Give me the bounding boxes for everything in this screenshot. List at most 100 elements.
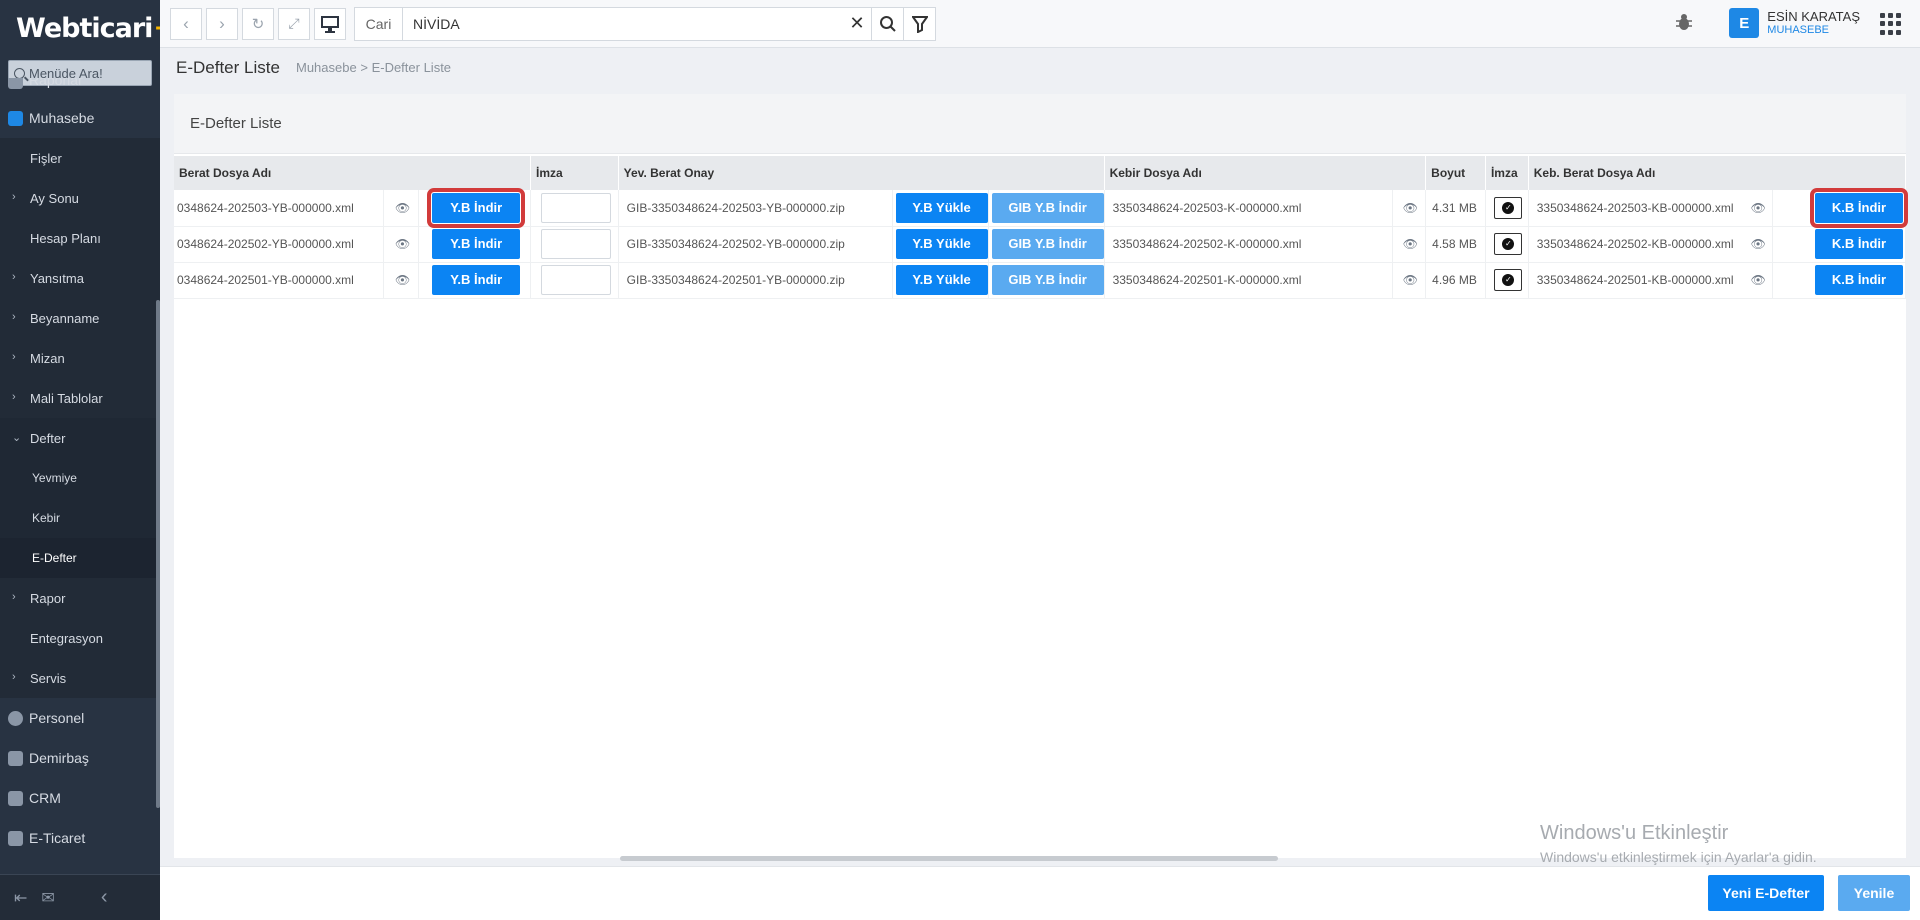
view-icon[interactable]: 👁: [383, 262, 420, 299]
sidebar-item-e-defter[interactable]: E-Defter: [0, 538, 160, 578]
view-icon[interactable]: 👁: [1392, 226, 1427, 263]
sidebar-item-mali-tablolar[interactable]: › Mali Tablolar: [0, 378, 160, 418]
imza-checkbox[interactable]: ✓: [1494, 196, 1523, 219]
breadcrumb-separator: >: [360, 60, 368, 75]
sidebar-item-yevmiye[interactable]: Yevmiye: [0, 458, 160, 498]
sidebar-item-servis[interactable]: › Servis: [0, 658, 160, 698]
clear-icon[interactable]: ✕: [843, 13, 871, 34]
imza-input[interactable]: [540, 229, 611, 259]
imza-checkbox[interactable]: ✓: [1494, 269, 1523, 291]
kb-indir-button[interactable]: K.B İndir: [1810, 187, 1908, 228]
sidebar-item-label: E-Defter: [32, 551, 77, 565]
expand-icon: ⤢: [288, 15, 300, 31]
sidebar-item-crm[interactable]: CRM: [0, 778, 160, 818]
sidebar-item-raporlar[interactable]: Raporlar: [0, 78, 160, 98]
chevron-right-icon: ›: [12, 311, 16, 323]
cari-search-input[interactable]: [403, 7, 843, 40]
keb-berat-file-name: 3350348624-202503-KB-000000.xml 👁: [1528, 190, 1773, 227]
new-e-defter-button[interactable]: Yeni E-Defter: [1708, 875, 1824, 911]
view-icon[interactable]: 👁: [383, 226, 420, 263]
logo[interactable]: Webticari+: [0, 0, 160, 56]
col-imza[interactable]: İmza: [530, 156, 619, 190]
sidebar-item-label: Fişler: [30, 150, 62, 166]
sidebar-item-hesap-plani[interactable]: Hesap Planı: [0, 218, 160, 258]
logo-text: Webticari: [16, 12, 153, 44]
imza-input[interactable]: [540, 265, 611, 295]
col-boyut[interactable]: Boyut: [1425, 156, 1486, 190]
yb-yukle-button[interactable]: Y.B Yükle: [895, 192, 988, 223]
sidebar-item-defter[interactable]: ⌄ Defter: [0, 418, 160, 458]
gib-yb-indir-button[interactable]: GIB Y.B İndir: [991, 229, 1104, 259]
berat-file-name: 0348624-202503-YB-000000.xml: [174, 190, 384, 227]
forward-button[interactable]: ›: [206, 7, 238, 40]
yb-indir-button[interactable]: Y.B İndir: [432, 229, 521, 259]
sidebar-item-label: Raporlar: [29, 78, 83, 88]
monitor-button[interactable]: [314, 7, 346, 40]
view-icon[interactable]: 👁: [1392, 262, 1427, 299]
kb-indir-button[interactable]: K.B İndir: [1815, 229, 1903, 259]
col-imza-2[interactable]: İmza: [1485, 156, 1529, 190]
yb-yukle-button[interactable]: Y.B Yükle: [895, 229, 988, 259]
yb-yukle-button[interactable]: Y.B Yükle: [895, 265, 988, 295]
topbar: ‹ › ↻ ⤢ Cari ✕ E ESİN KARATAŞ MUHASEBE: [160, 0, 1920, 48]
sidebar-item-entegrasyon[interactable]: Entegrasyon: [0, 618, 160, 658]
sidebar-item-label: Yevmiye: [32, 471, 77, 485]
sidebar-item-ay-sonu[interactable]: › Ay Sonu: [0, 178, 160, 218]
view-icon[interactable]: 👁: [383, 190, 420, 227]
bug-icon[interactable]: [1674, 12, 1694, 38]
search-icon: [879, 15, 896, 32]
fullscreen-button[interactable]: ⤢: [278, 7, 310, 40]
col-yev-berat-onay[interactable]: Yev. Berat Onay: [618, 156, 1105, 190]
imza-input[interactable]: [540, 192, 611, 223]
breadcrumb-e-defter-liste: E-Defter Liste: [371, 60, 452, 75]
view-icon[interactable]: 👁: [1751, 201, 1766, 215]
sidebar-item-e-ticaret[interactable]: E-Ticaret: [0, 818, 160, 858]
check-icon: ✓: [1502, 238, 1515, 250]
yev-berat-file-name: GIB-3350348624-202503-YB-000000.zip: [618, 190, 893, 227]
yb-indir-button[interactable]: Y.B İndir: [427, 187, 526, 228]
sidebar-item-mizan[interactable]: › Mizan: [0, 338, 160, 378]
yb-indir-button[interactable]: Y.B İndir: [432, 265, 521, 295]
refresh-button[interactable]: ↻: [242, 7, 274, 40]
chevron-right-icon: ›: [12, 591, 16, 603]
col-berat-dosya-adi[interactable]: Berat Dosya Adı: [174, 156, 531, 190]
breadcrumb: Muhasebe > E-Defter Liste: [296, 60, 451, 75]
sidebar-item-label: CRM: [29, 790, 61, 806]
logout-icon[interactable]: ⇤: [14, 888, 27, 908]
sidebar-item-beyanname[interactable]: › Beyanname: [0, 298, 160, 338]
bug-shape: [1676, 14, 1692, 30]
user-menu[interactable]: E ESİN KARATAŞ MUHASEBE: [1729, 8, 1860, 38]
gib-yb-indir-button[interactable]: GIB Y.B İndir: [991, 265, 1104, 295]
sidebar-item-kebir[interactable]: Kebir: [0, 498, 160, 538]
yev-berat-file-name: GIB-3350348624-202502-YB-000000.zip: [618, 226, 893, 263]
sidebar-item-fisler[interactable]: Fişler: [0, 138, 160, 178]
gib-yb-indir-button[interactable]: GIB Y.B İndir: [991, 192, 1104, 223]
sidebar-item-rapor[interactable]: › Rapor: [0, 578, 160, 618]
sidebar-item-label: Rapor: [30, 590, 66, 606]
view-icon[interactable]: 👁: [1392, 190, 1427, 227]
filter-button[interactable]: [903, 7, 935, 40]
col-keb-berat-dosya-adi[interactable]: Keb. Berat Dosya Adı: [1528, 156, 1907, 190]
sidebar-menu: Raporlar Muhasebe Fişler › Ay Sonu Hesap …: [0, 78, 160, 858]
view-icon[interactable]: 👁: [1751, 273, 1766, 287]
apps-grid-icon[interactable]: [1880, 13, 1902, 35]
col-kebir-dosya-adi[interactable]: Kebir Dosya Adı: [1104, 156, 1427, 190]
sidebar-item-muhasebe[interactable]: Muhasebe: [0, 98, 160, 138]
file-size: 4.58 MB: [1425, 226, 1486, 263]
kb-indir-button[interactable]: K.B İndir: [1815, 265, 1903, 295]
search-button[interactable]: [871, 7, 903, 40]
page-title: E-Defter Liste: [176, 58, 280, 77]
sidebar-item-personel[interactable]: Personel: [0, 698, 160, 738]
sidebar-item-demirbas[interactable]: Demirbaş: [0, 738, 160, 778]
sidebar-item-yansitma[interactable]: › Yansıtma: [0, 258, 160, 298]
sidebar-item-label: Defter: [30, 430, 66, 446]
refresh-list-button[interactable]: Yenile: [1838, 875, 1910, 911]
collapse-icon[interactable]: ‹: [101, 886, 108, 909]
message-icon[interactable]: ✉: [41, 888, 54, 908]
sidebar-scrollbar[interactable]: [156, 300, 160, 808]
view-icon[interactable]: 👁: [1751, 237, 1766, 251]
back-button[interactable]: ‹: [170, 7, 202, 40]
imza-checkbox[interactable]: ✓: [1494, 233, 1523, 255]
breadcrumb-muhasebe[interactable]: Muhasebe: [296, 60, 357, 75]
horizontal-scrollbar[interactable]: [620, 856, 1278, 861]
